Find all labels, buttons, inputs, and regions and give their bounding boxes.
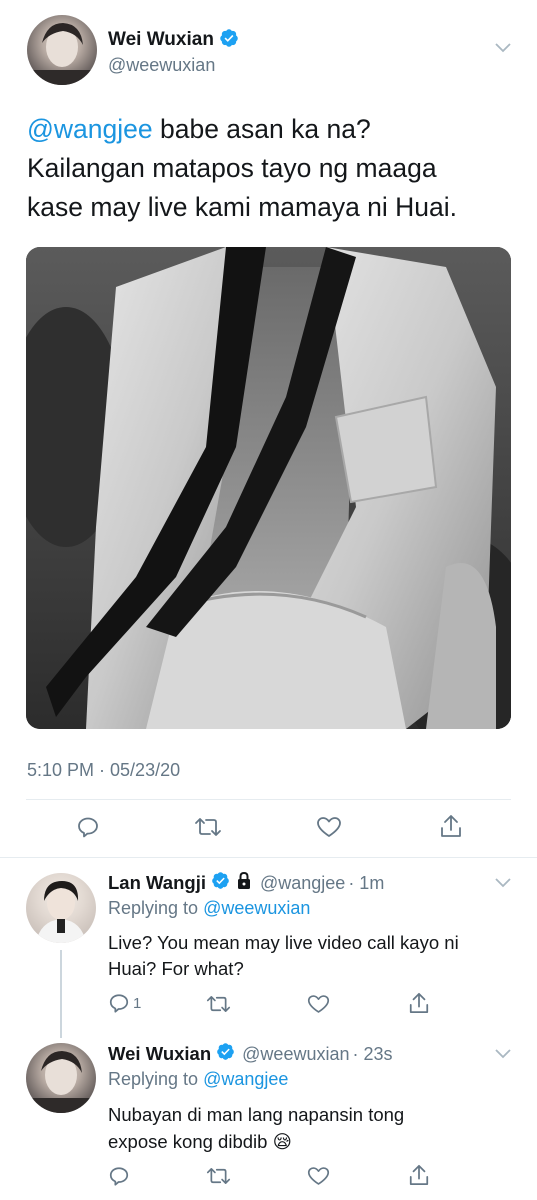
- author-name[interactable]: Lan Wangji: [108, 872, 206, 894]
- tweet-timestamp[interactable]: 5:10 PM · 05/23/20: [27, 760, 180, 781]
- author-handle[interactable]: @weewuxian: [242, 1044, 349, 1065]
- reply-2-avatar[interactable]: [26, 1043, 96, 1113]
- reply-2-text: Nubayan di man lang napansin tong expose…: [108, 1104, 405, 1152]
- reply-1-header: Lan Wangji @wangjee · 1m: [108, 871, 384, 895]
- photo-image: [26, 247, 511, 729]
- tweet-line-1: @wangjee babe asan ka na?: [27, 114, 371, 144]
- author-handle[interactable]: @wangjee: [260, 873, 345, 894]
- divider: [26, 799, 511, 800]
- avatar-portrait: [31, 1051, 91, 1113]
- chevron-down-icon[interactable]: [493, 1047, 513, 1066]
- verified-badge-icon: [219, 28, 239, 53]
- author-name[interactable]: Wei Wuxian: [108, 29, 214, 51]
- reply-thread-line: [60, 950, 62, 1038]
- tweet-line-3: kase may live kami mamaya ni Huai.: [27, 192, 458, 222]
- mention-link[interactable]: @wangjee: [27, 114, 153, 144]
- reply-icon: [109, 994, 129, 1013]
- reply-time[interactable]: · 23s: [352, 1044, 392, 1065]
- main-author-avatar[interactable]: [27, 15, 97, 85]
- like-icon[interactable]: [307, 1165, 330, 1187]
- verified-badge-icon: [211, 871, 230, 895]
- tweet-line-2: Kailangan matapos tayo ng maaga: [27, 153, 437, 183]
- retweet-icon[interactable]: [206, 1165, 231, 1187]
- replying-to-row: Replying to @wangjee: [108, 1069, 289, 1089]
- main-author-name-row: Wei Wuxian: [108, 28, 239, 52]
- reply-icon[interactable]: [108, 1165, 130, 1187]
- share-icon[interactable]: [408, 1163, 430, 1187]
- avatar-portrait: [32, 23, 92, 85]
- retweet-icon[interactable]: [206, 993, 231, 1015]
- reply-button[interactable]: 1: [108, 992, 141, 1014]
- lock-icon: [235, 871, 253, 895]
- replying-to-link[interactable]: @wangjee: [203, 1069, 288, 1089]
- author-name[interactable]: Wei Wuxian: [108, 1043, 211, 1065]
- section-divider: [0, 857, 537, 858]
- verified-badge-icon: [216, 1042, 235, 1066]
- tweet-photo[interactable]: [26, 247, 511, 729]
- reply-2-header: Wei Wuxian @weewuxian · 23s: [108, 1042, 393, 1066]
- replying-to-row: Replying to @weewuxian: [108, 898, 311, 918]
- reply-time[interactable]: · 1m: [348, 873, 384, 894]
- reply-icon[interactable]: [76, 815, 100, 839]
- share-icon[interactable]: [439, 813, 463, 839]
- replying-to-link[interactable]: @weewuxian: [203, 898, 310, 918]
- tweet-text: @wangjee babe asan ka na? Kailangan mata…: [27, 110, 457, 227]
- reply-1-text: Live? You mean may live video call kayo …: [108, 932, 459, 979]
- chevron-down-icon[interactable]: [493, 876, 513, 895]
- share-icon[interactable]: [408, 991, 430, 1015]
- reply-1-avatar[interactable]: [26, 873, 96, 943]
- chevron-down-icon[interactable]: [493, 41, 513, 60]
- reply-count: 1: [133, 994, 142, 1012]
- like-icon[interactable]: [307, 993, 330, 1015]
- retweet-icon[interactable]: [194, 815, 222, 839]
- like-icon[interactable]: [316, 815, 342, 839]
- avatar-portrait: [36, 881, 86, 943]
- author-handle[interactable]: @weewuxian: [108, 55, 215, 76]
